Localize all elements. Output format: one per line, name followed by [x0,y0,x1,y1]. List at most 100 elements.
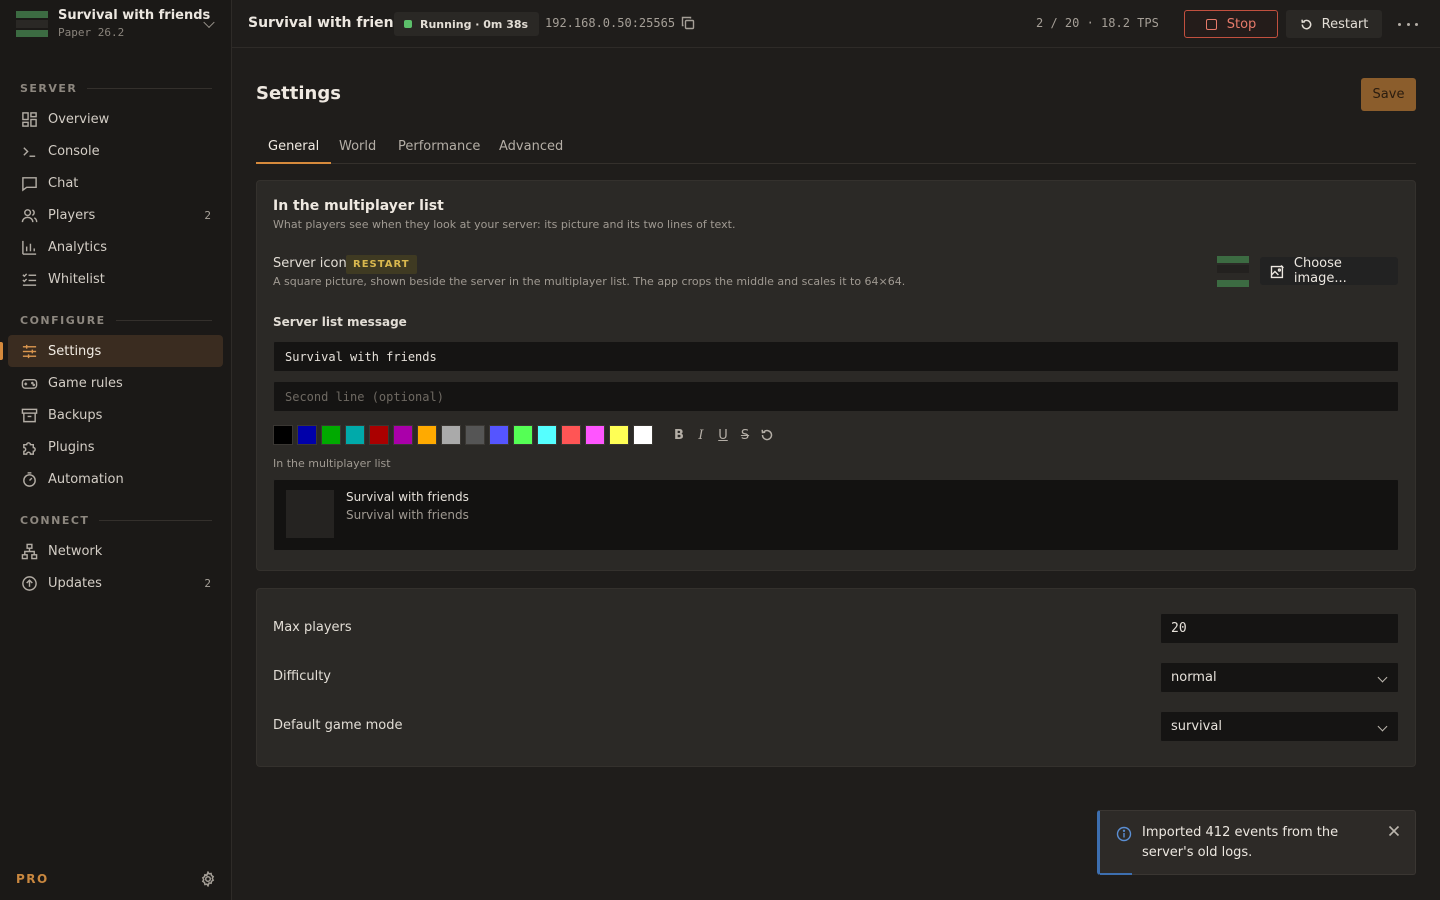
plan-label: PRO [16,872,49,886]
status-text: Running · 0m 38s [420,17,529,31]
stop-button[interactable]: Stop [1184,10,1278,38]
sidebar-item-console[interactable]: Console [8,135,223,167]
color-swatch-green[interactable] [513,425,533,445]
strikethrough-button[interactable]: S [737,425,753,445]
sidebar-item-label: Analytics [48,239,108,255]
more-options-icon[interactable] [1398,16,1418,32]
sidebar-item-chat[interactable]: Chat [8,167,223,199]
sidebar-item-network[interactable]: Network [8,535,223,567]
color-swatch-aqua[interactable] [537,425,557,445]
gamemode-label: Default game mode [273,718,403,733]
italic-button[interactable]: I [693,425,709,445]
restart-required-badge: RESTART [346,255,417,274]
color-swatch-blue[interactable] [489,425,509,445]
choose-image-button[interactable]: Choose image... [1260,256,1398,286]
sidebar-item-overview[interactable]: Overview [8,103,223,135]
difficulty-label: Difficulty [273,669,331,684]
archive-icon [20,406,38,424]
max-players-input[interactable]: 20 [1160,613,1399,644]
save-button[interactable]: Save [1361,78,1416,111]
nav-section-server: SERVER [20,80,212,96]
server-title: Survival with friends [248,15,413,31]
top-bar: Survival with friends Running · 0m 38s 1… [232,0,1440,48]
chat-icon [20,174,38,192]
multiplayer-list-card: In the multiplayer list What players see… [256,180,1416,571]
chevron-down-icon [1377,672,1388,683]
server-icon-preview [1217,256,1249,287]
chevron-down-icon [1377,721,1388,732]
color-swatch-black[interactable] [273,425,293,445]
color-swatch-dark-purple[interactable] [393,425,413,445]
players-count-badge: 2 [204,208,211,222]
sidebar-item-label: Game rules [48,375,123,391]
restart-button[interactable]: Restart [1286,10,1382,38]
toast-notification: Imported 412 events from the server's ol… [1097,810,1416,875]
sidebar-item-analytics[interactable]: Analytics [8,231,223,263]
color-swatch-gold[interactable] [417,425,437,445]
color-swatch-dark-blue[interactable] [297,425,317,445]
tab-advanced[interactable]: Advanced [487,135,575,164]
gamemode-select[interactable]: survival [1160,711,1399,742]
tab-general[interactable]: General [256,135,332,164]
sidebar-item-backups[interactable]: Backups [8,399,223,431]
color-swatch-dark-green[interactable] [321,425,341,445]
overview-icon [20,110,38,128]
color-swatches [273,425,657,445]
preview-line1: Survival with friends [346,490,469,504]
sidebar-item-game-rules[interactable]: Game rules [8,367,223,399]
close-icon[interactable] [1388,825,1400,837]
address-text: 192.168.0.50:25565 [545,16,676,30]
server-icon-label: Server icon [273,256,347,271]
color-swatch-red[interactable] [561,425,581,445]
color-swatch-light-purple[interactable] [585,425,605,445]
color-swatch-yellow[interactable] [609,425,629,445]
sidebar-item-plugins[interactable]: Plugins [8,431,223,463]
server-address[interactable]: 192.168.0.50:25565 [545,16,695,30]
nav-section-connect: CONNECT [20,512,212,528]
tab-performance[interactable]: Performance [386,135,492,164]
bold-button[interactable]: B [671,425,687,445]
timer-icon [20,470,38,488]
color-swatch-dark-red[interactable] [369,425,389,445]
motd-line1-input[interactable]: Survival with friends [273,341,1399,372]
sidebar-item-players[interactable]: Players 2 [8,199,223,231]
color-swatch-dark-gray[interactable] [465,425,485,445]
sidebar-item-label: Plugins [48,439,95,455]
toast-message: Imported 412 events from the server's ol… [1142,825,1339,860]
choose-image-label: Choose image... [1293,256,1347,286]
bar-chart-icon [20,238,38,256]
sidebar-item-updates[interactable]: Updates 2 [8,567,223,599]
gamemode-value: survival [1171,719,1222,734]
settings-tabs: General World Performance Advanced [256,135,1416,164]
checklist-icon [20,270,38,288]
running-dot-icon [404,20,412,28]
sidebar-item-label: Whitelist [48,271,105,287]
puzzle-icon [20,438,38,456]
motd-line2-input[interactable]: Second line (optional) [273,381,1399,412]
reset-format-icon[interactable] [759,425,775,445]
gamepad-icon [20,374,38,392]
tab-world[interactable]: World [327,135,388,164]
copy-icon[interactable] [681,16,695,30]
color-swatch-gray[interactable] [441,425,461,445]
updates-count-badge: 2 [204,576,211,590]
sidebar-item-whitelist[interactable]: Whitelist [8,263,223,295]
upload-circle-icon [20,574,38,592]
sidebar-item-settings[interactable]: Settings [8,335,223,367]
underline-button[interactable]: U [715,425,731,445]
server-switcher[interactable]: Survival with friends Paper 26.2 [0,0,231,48]
card-title: In the multiplayer list [273,198,444,214]
image-edit-icon [1270,264,1284,278]
color-swatch-white[interactable] [633,425,653,445]
game-settings-card: Max players 20 Difficulty normal Default… [256,588,1416,767]
sidebar-item-automation[interactable]: Automation [8,463,223,495]
color-swatch-dark-aqua[interactable] [345,425,365,445]
sidebar-item-label: Console [48,143,100,159]
difficulty-select[interactable]: normal [1160,662,1399,693]
gear-icon[interactable] [200,870,218,889]
sidebar-item-label: Backups [48,407,103,423]
network-icon [20,542,38,560]
server-list-message-label: Server list message [273,315,407,329]
server-logo [16,11,48,37]
sidebar-item-label: Settings [48,343,102,359]
